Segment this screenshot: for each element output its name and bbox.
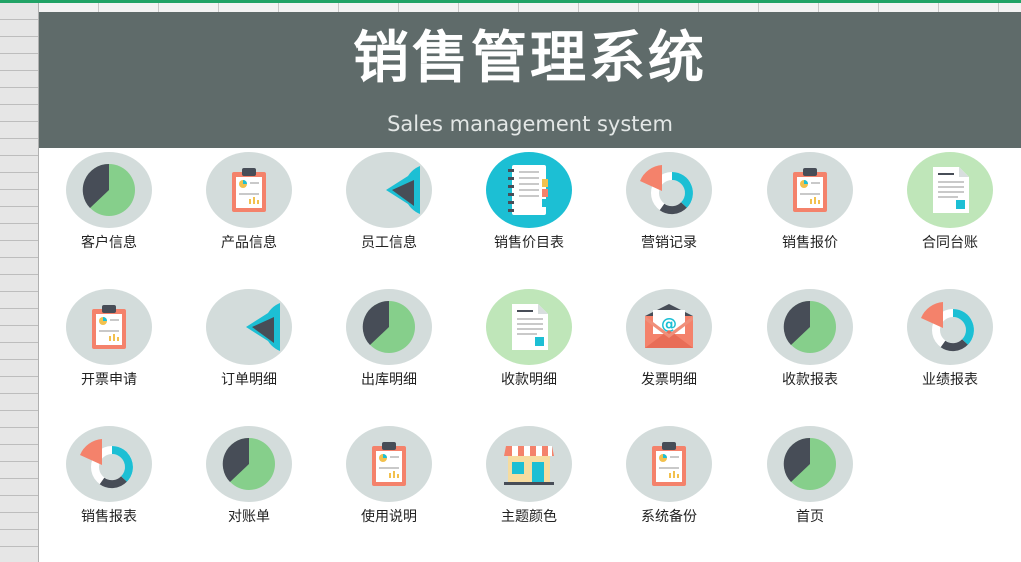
donut-chart-icon[interactable] <box>907 289 993 365</box>
menu-tile-label[interactable]: 首页 <box>740 508 880 526</box>
menu-tile[interactable]: 销售报表 <box>39 423 179 543</box>
menu-tile[interactable]: 收款报表 <box>740 286 880 406</box>
menu-tile-label[interactable]: 收款明细 <box>459 371 599 389</box>
menu-tile-label[interactable]: 主题颜色 <box>459 508 599 526</box>
teal-pie-chart-icon[interactable] <box>346 152 432 228</box>
clipboard-report-icon[interactable] <box>346 426 432 502</box>
menu-tile-label[interactable]: 使用说明 <box>319 508 459 526</box>
dashboard-panel: 销售管理系统 Sales management system 客户信息 产品信息员… <box>39 12 1021 562</box>
menu-tile-label[interactable]: 合同台账 <box>880 234 1020 252</box>
notebook-icon[interactable] <box>486 152 572 228</box>
menu-tile[interactable]: 产品信息 <box>179 149 319 269</box>
menu-tile[interactable]: 销售报价 <box>740 149 880 269</box>
donut-chart-icon[interactable] <box>66 426 152 502</box>
menu-tile[interactable]: 主题颜色 <box>459 423 599 543</box>
menu-tile-label[interactable]: 对账单 <box>179 508 319 526</box>
menu-tile-label[interactable]: 出库明细 <box>319 371 459 389</box>
menu-tile[interactable]: 开票申请 <box>39 286 179 406</box>
menu-tile[interactable]: 合同台账 <box>880 149 1020 269</box>
document-icon[interactable] <box>486 289 572 365</box>
menu-tile-label[interactable]: 销售报表 <box>39 508 179 526</box>
menu-tile[interactable]: 业绩报表 <box>880 286 1020 406</box>
donut-chart-icon[interactable] <box>626 152 712 228</box>
menu-tile-label[interactable]: 员工信息 <box>319 234 459 252</box>
page-title: 销售管理系统 <box>353 26 707 91</box>
menu-tile[interactable]: 使用说明 <box>319 423 459 543</box>
menu-tile-label[interactable]: 订单明细 <box>179 371 319 389</box>
page-subtitle: Sales management system <box>387 112 673 136</box>
menu-tile[interactable]: 销售价目表 <box>459 149 599 269</box>
menu-tile-label[interactable]: 发票明细 <box>599 371 739 389</box>
menu-tile[interactable]: 订单明细 <box>179 286 319 406</box>
menu-tile[interactable]: 对账单 <box>179 423 319 543</box>
menu-tile[interactable]: 营销记录 <box>599 149 739 269</box>
teal-pie-chart-icon[interactable] <box>206 289 292 365</box>
menu-tile-label[interactable]: 业绩报表 <box>880 371 1020 389</box>
menu-tile-label[interactable]: 开票申请 <box>39 371 179 389</box>
clipboard-report-icon[interactable] <box>767 152 853 228</box>
clipboard-report-icon[interactable] <box>206 152 292 228</box>
spreadsheet-column-grid <box>39 3 1021 12</box>
menu-tile[interactable]: 出库明细 <box>319 286 459 406</box>
menu-tile-label[interactable]: 客户信息 <box>39 234 179 252</box>
pie-chart-icon[interactable] <box>206 426 292 502</box>
menu-tile[interactable]: 员工信息 <box>319 149 459 269</box>
menu-tile[interactable]: 收款明细 <box>459 286 599 406</box>
header-banner: 销售管理系统 Sales management system <box>39 12 1021 148</box>
menu-tile[interactable]: 客户信息 <box>39 149 179 269</box>
envelope-at-icon[interactable]: @ <box>626 289 712 365</box>
spreadsheet-row-headers <box>0 3 39 562</box>
pie-chart-icon[interactable] <box>767 289 853 365</box>
menu-tile-label[interactable]: 收款报表 <box>740 371 880 389</box>
menu-tile-label[interactable]: 系统备份 <box>599 508 739 526</box>
menu-tile-label[interactable]: 产品信息 <box>179 234 319 252</box>
clipboard-report-icon[interactable] <box>66 289 152 365</box>
clipboard-report-icon[interactable] <box>626 426 712 502</box>
menu-tile-label[interactable]: 销售价目表 <box>459 234 599 252</box>
document-icon[interactable] <box>907 152 993 228</box>
menu-tile[interactable]: @ 发票明细 <box>599 286 739 406</box>
storefront-icon[interactable] <box>486 426 572 502</box>
menu-tile-label[interactable]: 营销记录 <box>599 234 739 252</box>
menu-tile[interactable]: 首页 <box>740 423 880 543</box>
pie-chart-icon[interactable] <box>66 152 152 228</box>
menu-tile-label[interactable]: 销售报价 <box>740 234 880 252</box>
pie-chart-icon[interactable] <box>767 426 853 502</box>
menu-tile[interactable]: 系统备份 <box>599 423 739 543</box>
pie-chart-icon[interactable] <box>346 289 432 365</box>
